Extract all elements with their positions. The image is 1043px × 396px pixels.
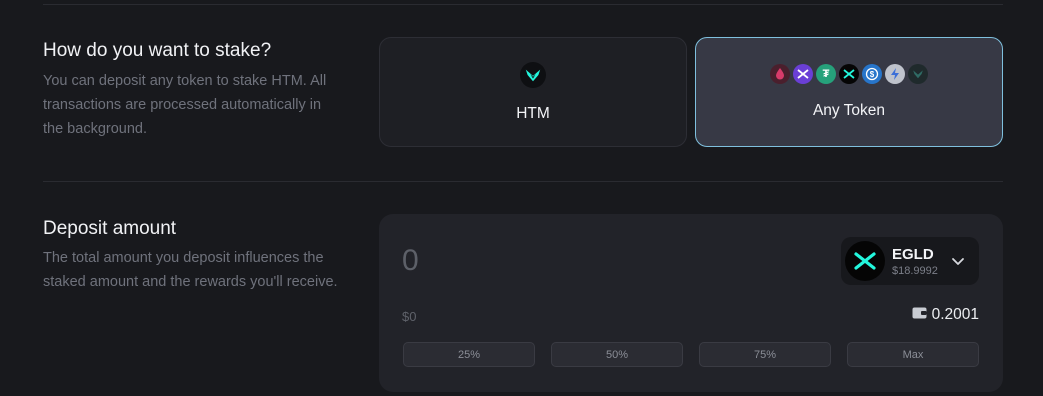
stake-option-htm-label: HTM [516, 105, 550, 122]
token-icon-stack: ₮ $ [770, 64, 928, 86]
bolt-icon [885, 64, 905, 84]
pink-drop-icon [770, 64, 790, 84]
stake-option-any-token-label: Any Token [812, 102, 886, 119]
token-price: $18.9992 [892, 265, 938, 277]
deposit-amount-description: The total amount you deposit influences … [43, 250, 338, 290]
token-selector[interactable]: EGLD $18.9992 [841, 237, 979, 285]
deposit-amount-title: Deposit amount [43, 218, 177, 239]
percent-25-button[interactable]: 25% [403, 342, 535, 367]
chevron-down-icon [950, 253, 966, 274]
usdc-icon: $ [862, 64, 882, 84]
multiversx-icon [839, 64, 859, 84]
stake-option-htm[interactable]: HTM [379, 37, 687, 147]
percent-50-button[interactable]: 50% [551, 342, 683, 367]
stake-method-description: You can deposit any token to stake HTM. … [43, 73, 327, 137]
multiversx-purple-icon [793, 64, 813, 84]
max-button[interactable]: Max [847, 342, 979, 367]
section-divider [43, 181, 1003, 182]
top-divider [43, 4, 1003, 5]
wallet-balance[interactable]: 0.2001 [912, 306, 979, 324]
stake-method-title: How do you want to stake? [43, 40, 272, 61]
wallet-icon [912, 306, 927, 324]
egld-logo-icon [845, 241, 885, 281]
percent-75-button[interactable]: 75% [699, 342, 831, 367]
htm-small-icon [908, 64, 928, 84]
usd-value: $0 [402, 309, 417, 324]
balance-amount: 0.2001 [931, 306, 979, 323]
deposit-amount-input[interactable] [402, 244, 782, 278]
htm-logo-icon [520, 62, 546, 88]
svg-text:$: $ [870, 70, 875, 79]
tether-icon: ₮ [816, 64, 836, 84]
deposit-panel: EGLD $18.9992 $0 0.2001 25% 50% 75% Max [379, 214, 1003, 392]
stake-option-any-token[interactable]: ₮ $ Any Token [695, 37, 1003, 147]
token-symbol: EGLD [892, 246, 934, 263]
